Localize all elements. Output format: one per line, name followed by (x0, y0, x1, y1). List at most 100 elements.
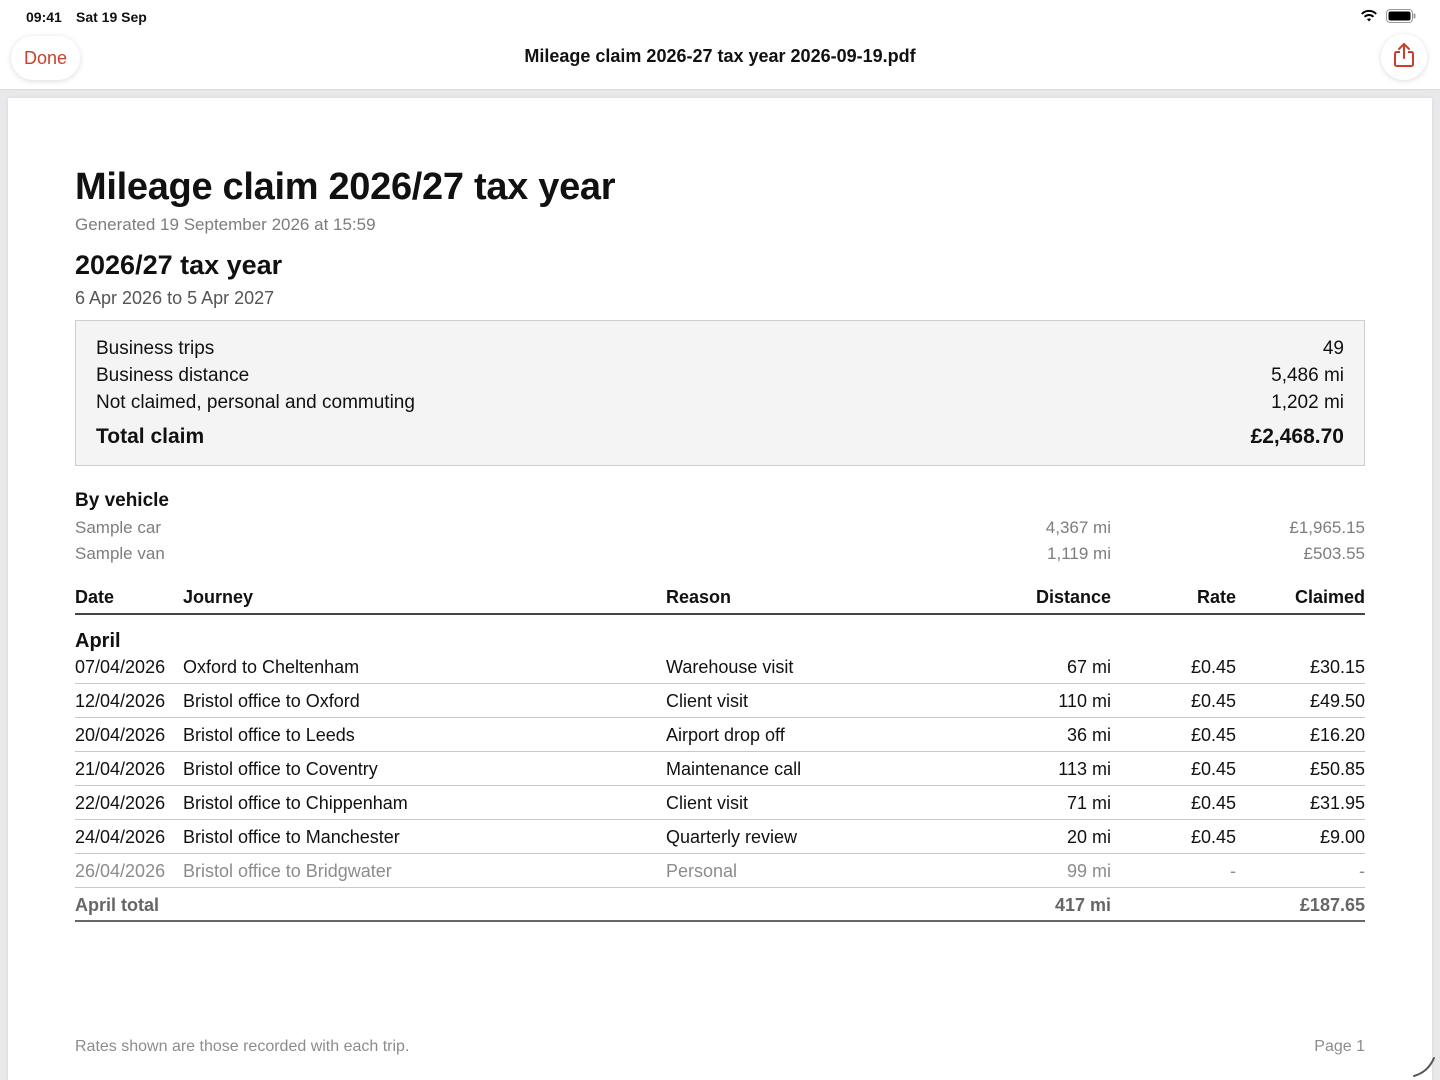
table-row: 22/04/2026 Bristol office to Chippenham … (75, 786, 1365, 820)
trip-claimed: £50.85 (1309, 759, 1365, 779)
trip-rate: £0.45 (1190, 657, 1236, 677)
trip-journey: Bristol office to Leeds (183, 725, 355, 745)
vehicle-row: Sample car 4,367 mi £1,965.15 (75, 518, 1365, 540)
trip-rate: £0.45 (1190, 759, 1236, 779)
trip-distance: 99 mi (1066, 861, 1111, 881)
column-header-distance: Distance (1035, 587, 1111, 607)
trip-claimed: £31.95 (1309, 793, 1365, 813)
pdf-page[interactable]: Mileage claim 2026/27 tax year Generated… (8, 98, 1432, 1080)
trip-reason: Airport drop off (666, 725, 785, 745)
status-bar: 09:41 Sat 19 Sep (0, 0, 1440, 34)
trips-table-header: Date Journey Reason Distance Rate Claime… (75, 587, 1365, 615)
status-time: 09:41 (26, 9, 62, 25)
summary-value: 1,202 mi (1271, 392, 1344, 413)
trip-date: 21/04/2026 (75, 759, 166, 779)
total-claim-label: Total claim (96, 425, 205, 448)
trip-reason: Quarterly review (666, 827, 798, 847)
trip-claimed: £49.50 (1309, 691, 1365, 711)
trip-journey: Bristol office to Oxford (183, 691, 360, 711)
summary-row: Not claimed, personal and commuting 1,20… (96, 392, 1344, 414)
column-header-rate: Rate (1196, 587, 1236, 607)
trip-journey: Bristol office to Manchester (183, 827, 400, 847)
trip-date: 12/04/2026 (75, 691, 166, 711)
column-header-date: Date (75, 587, 115, 607)
trip-claimed: £9.00 (1319, 827, 1365, 847)
document-title: Mileage claim 2026/27 tax year (75, 166, 616, 208)
trip-rate: - (1230, 861, 1236, 881)
trip-distance: 36 mi (1066, 725, 1111, 745)
battery-icon (1386, 9, 1416, 28)
tax-year-heading: 2026/27 tax year (75, 250, 283, 280)
trip-reason: Maintenance call (666, 759, 802, 779)
status-date: Sat 19 Sep (76, 9, 147, 25)
document-filename: Mileage claim 2026-27 tax year 2026-09-1… (524, 46, 916, 66)
trip-reason: Warehouse visit (666, 657, 794, 677)
trip-claimed: £30.15 (1309, 657, 1365, 677)
table-row-personal: 26/04/2026 Bristol office to Bridgwater … (75, 854, 1365, 888)
summary-label: Business distance (96, 365, 250, 386)
tax-year-range: 6 Apr 2026 to 5 Apr 2027 (75, 288, 275, 308)
trip-journey: Oxford to Cheltenham (183, 657, 360, 677)
summary-box: Business trips 49 Business distance 5,48… (75, 320, 1365, 466)
status-icons (1360, 9, 1416, 28)
table-row: 21/04/2026 Bristol office to Coventry Ma… (75, 752, 1365, 786)
share-button[interactable] (1381, 34, 1427, 80)
trip-distance: 113 mi (1058, 759, 1111, 779)
month-total-label: April total (75, 895, 159, 915)
trip-date: 24/04/2026 (75, 827, 166, 847)
total-claim-row: Total claim £2,468.70 (96, 425, 1344, 449)
footer-note: Rates shown are those recorded with each… (75, 1038, 410, 1055)
trip-distance: 20 mi (1066, 827, 1111, 847)
summary-label: Not claimed, personal and commuting (96, 392, 415, 413)
vehicle-claimed: £503.55 (1303, 544, 1365, 563)
vehicle-row: Sample van 1,119 mi £503.55 (75, 544, 1365, 566)
trip-distance: 67 mi (1066, 657, 1111, 677)
trip-distance: 71 mi (1066, 793, 1111, 813)
column-header-reason: Reason (666, 587, 732, 607)
trip-date: 26/04/2026 (75, 861, 166, 881)
by-vehicle-heading: By vehicle (75, 490, 169, 511)
page-number: Page 1 (1314, 1038, 1365, 1055)
total-claim-value: £2,468.70 (1250, 425, 1344, 448)
trip-date: 22/04/2026 (75, 793, 166, 813)
month-total-distance: 417 mi (1054, 895, 1111, 915)
summary-value: 49 (1322, 338, 1344, 359)
trip-reason: Personal (666, 861, 738, 881)
trip-date: 20/04/2026 (75, 725, 166, 745)
summary-value: 5,486 mi (1271, 365, 1344, 386)
vehicle-claimed: £1,965.15 (1289, 518, 1365, 537)
vehicle-distance: 1,119 mi (1047, 544, 1111, 563)
summary-row: Business distance 5,486 mi (96, 365, 1344, 387)
share-icon (1393, 42, 1415, 73)
markup-corner-icon[interactable] (1406, 1046, 1440, 1080)
month-total-row: April total 417 mi £187.65 (75, 888, 1365, 922)
wifi-icon (1360, 9, 1378, 28)
trip-rate: £0.45 (1190, 725, 1236, 745)
trip-claimed: £16.20 (1309, 725, 1365, 745)
trip-rate: £0.45 (1190, 827, 1236, 847)
trip-journey: Bristol office to Chippenham (183, 793, 408, 813)
vehicle-distance: 4,367 mi (1045, 518, 1111, 537)
table-row: 20/04/2026 Bristol office to Leeds Airpo… (75, 718, 1365, 752)
summary-label: Business trips (96, 338, 215, 359)
summary-row: Business trips 49 (96, 338, 1344, 360)
trip-date: 07/04/2026 (75, 657, 166, 677)
vehicle-name: Sample van (75, 544, 165, 563)
trip-journey: Bristol office to Bridgwater (183, 861, 392, 881)
table-row: 07/04/2026 Oxford to Cheltenham Warehous… (75, 650, 1365, 684)
table-row: 12/04/2026 Bristol office to Oxford Clie… (75, 684, 1365, 718)
trip-rate: £0.45 (1190, 793, 1236, 813)
month-total-claimed: £187.65 (1299, 895, 1365, 915)
trip-rate: £0.45 (1190, 691, 1236, 711)
vehicle-name: Sample car (75, 518, 161, 537)
trip-claimed: - (1359, 861, 1365, 881)
trip-distance: 110 mi (1058, 691, 1111, 711)
generated-timestamp: Generated 19 September 2026 at 15:59 (75, 215, 376, 234)
nav-bar: Done Mileage claim 2026-27 tax year 2026… (0, 34, 1440, 90)
trip-reason: Client visit (666, 793, 749, 813)
column-header-journey: Journey (183, 587, 254, 607)
trip-reason: Client visit (666, 691, 749, 711)
column-header-claimed: Claimed (1294, 587, 1365, 607)
table-row: 24/04/2026 Bristol office to Manchester … (75, 820, 1365, 854)
trip-journey: Bristol office to Coventry (183, 759, 378, 779)
